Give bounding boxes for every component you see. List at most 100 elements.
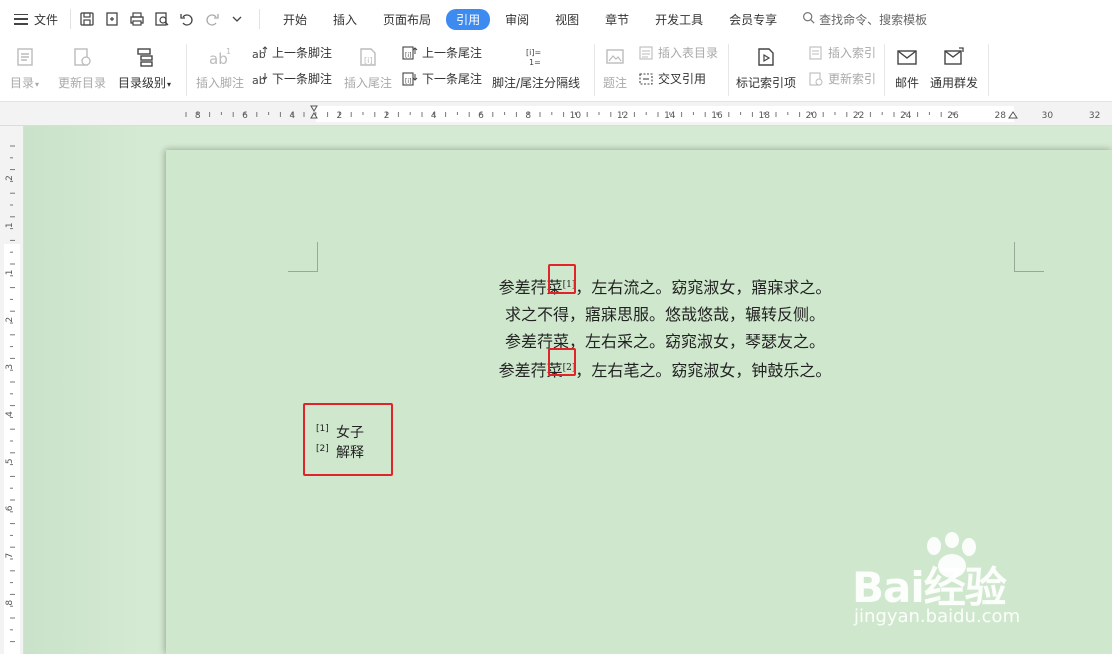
tab-home[interactable]: 开始 [272,9,318,30]
mass-mail-button[interactable]: 通用群发 [930,44,978,91]
prev-endnote-button[interactable]: [i] 上一条尾注 [402,44,482,61]
horizontal-ruler[interactable]: 8 6 4 2 2 4 6 8 10 12 14 16 18 20 22 24 26 28 30 32 [0,102,1112,126]
ruler-number: 2 [5,317,15,323]
insert-footnote-label: 插入脚注 [196,76,245,90]
tab-insert[interactable]: 插入 [322,9,368,30]
baidu-jingyan-watermark: Bai经验 jingyan.baidu.com [852,532,1102,632]
ruler-number: 8 [195,111,201,121]
separator-label: 脚注/尾注分隔线 [492,76,581,90]
next-endnote-label: 下一条尾注 [422,72,483,86]
export-pdf-icon[interactable] [104,11,120,27]
toc-button[interactable]: 目录▾ [10,44,39,91]
ruler-number: 5 [5,458,15,464]
poem-line: 参差荇菜[1]，左右流之。窈窕淑女，寤寐求之。 [480,272,850,301]
insert-endnote-button[interactable]: [i] 插入尾注 [344,44,392,91]
ruler-number: 1 [5,222,15,228]
prev-footnote-button[interactable]: ab 上一条脚注 [252,44,332,61]
mass-mail-label: 通用群发 [930,76,979,90]
file-menu[interactable]: 文件 [0,11,58,28]
svg-text:[i]: [i] [405,52,411,59]
chevron-down-icon[interactable] [229,11,245,27]
svg-text:[i]: [i] [364,56,372,65]
ruler-number: 4 [5,411,15,417]
mail-label: 邮件 [894,76,919,90]
indent-marker [1008,111,1018,119]
ruler-number: 1 [5,270,15,276]
ribbon-divider [594,44,595,96]
cross-reference-button[interactable]: 交叉引用 [638,70,706,87]
next-footnote-icon: ab [252,71,268,87]
print-icon[interactable] [129,11,145,27]
ruler-ticks: 2 1 1 2 3 4 5 6 7 8 [5,145,15,643]
watermark-url: jingyan.baidu.com [854,606,1021,627]
toc-level-label: 目录级别 [118,76,167,90]
tab-page-layout[interactable]: 页面布局 [372,9,442,30]
footnote-item: [1] 女子 [316,422,364,442]
margin-corner-mark [288,242,318,272]
mark-index-entry-button[interactable]: 标记索引项 [736,44,796,91]
poem-text: ，左右芼之。窈窕淑女，钟鼓乐之。 [575,361,832,380]
highlight-box [548,264,576,294]
tab-section[interactable]: 章节 [594,9,640,30]
separator-button[interactable]: [i]= 1= 脚注/尾注分隔线 [492,44,580,91]
print-preview-icon[interactable] [154,11,170,27]
cross-reference-label: 交叉引用 [658,72,707,86]
update-index-label: 更新索引 [828,72,877,86]
poem-line: 参差荇菜[2]，左右芼之。窈窕淑女，钟鼓乐之。 [480,355,850,384]
next-endnote-icon: [i] [402,71,418,87]
tab-view[interactable]: 视图 [544,9,590,30]
tab-references[interactable]: 引用 [446,8,491,30]
vertical-ruler[interactable]: 2 1 1 2 3 4 5 6 7 8 [0,126,24,654]
separator-icon: [i]= 1= [523,44,549,70]
ruler-number: 14 [664,111,676,121]
ruler-number: 6 [242,111,248,121]
ribbon-divider [728,44,729,96]
list-doc-icon [638,45,654,61]
undo-icon[interactable] [179,11,195,27]
command-search[interactable]: 查找命令、搜索模板 [802,11,927,28]
footnote-area[interactable]: [1] 女子 [2] 解释 [316,422,364,462]
insert-index-icon [808,45,824,61]
svg-text:[i]: [i] [405,78,411,85]
poem-body[interactable]: 参差荇菜[1]，左右流之。窈窕淑女，寤寐求之。 求之不得，寤寐思服。悠哉悠哉，辗… [480,272,850,384]
redo-icon[interactable] [204,11,220,27]
endnote-icon: [i] [355,44,381,70]
svg-text:[i]=: [i]= [526,48,541,57]
ruler-number: 2 [5,175,15,181]
footnote-item: [2] 解释 [316,442,364,462]
toc-level-button[interactable]: 目录级别▾ [118,44,171,91]
next-endnote-button[interactable]: [i] 下一条尾注 [402,70,482,87]
tab-review[interactable]: 审阅 [494,9,540,30]
hamburger-icon [14,13,28,25]
insert-endnote-label: 插入尾注 [344,76,393,90]
next-footnote-button[interactable]: ab 下一条脚注 [252,70,332,87]
insert-footnote-button[interactable]: ab 1 插入脚注 [196,44,244,91]
ruler-number: 2 [337,111,343,121]
svg-text:ab: ab [252,74,266,87]
footnote-marker: [1] [316,424,329,434]
footnote-icon: ab 1 [207,44,233,70]
ruler-number: 4 [431,111,437,121]
tab-member[interactable]: 会员专享 [718,9,788,30]
tab-developer[interactable]: 开发工具 [644,9,714,30]
cross-reference-icon [638,71,654,87]
caption-button[interactable]: 题注 [602,44,628,91]
mark-index-entry-label: 标记索引项 [736,76,797,90]
update-toc-button[interactable]: 更新目录 [58,44,106,91]
search-icon [802,11,815,27]
save-icon[interactable] [79,11,95,27]
ribbon-divider [988,44,989,96]
prev-endnote-label: 上一条尾注 [422,46,483,60]
insert-index-button[interactable]: 插入索引 [808,44,876,61]
poem-line: 参差荇菜，左右采之。窈窕淑女，琴瑟友之。 [504,332,825,351]
update-index-button[interactable]: 更新索引 [808,70,876,87]
insert-table-of-figures-button[interactable]: 插入表目录 [638,44,718,61]
quick-access-toolbar [70,9,245,29]
caption-label: 题注 [602,76,627,90]
mail-button[interactable]: 邮件 [894,44,920,91]
ribbon-tabs: 开始 插入 页面布局 引用 审阅 视图 章节 开发工具 会员专享 [259,8,792,30]
prev-footnote-icon: ab [252,45,268,61]
margin-corner-mark [1014,242,1044,272]
ruler-number: 32 [1089,111,1100,121]
update-index-icon [808,71,824,87]
